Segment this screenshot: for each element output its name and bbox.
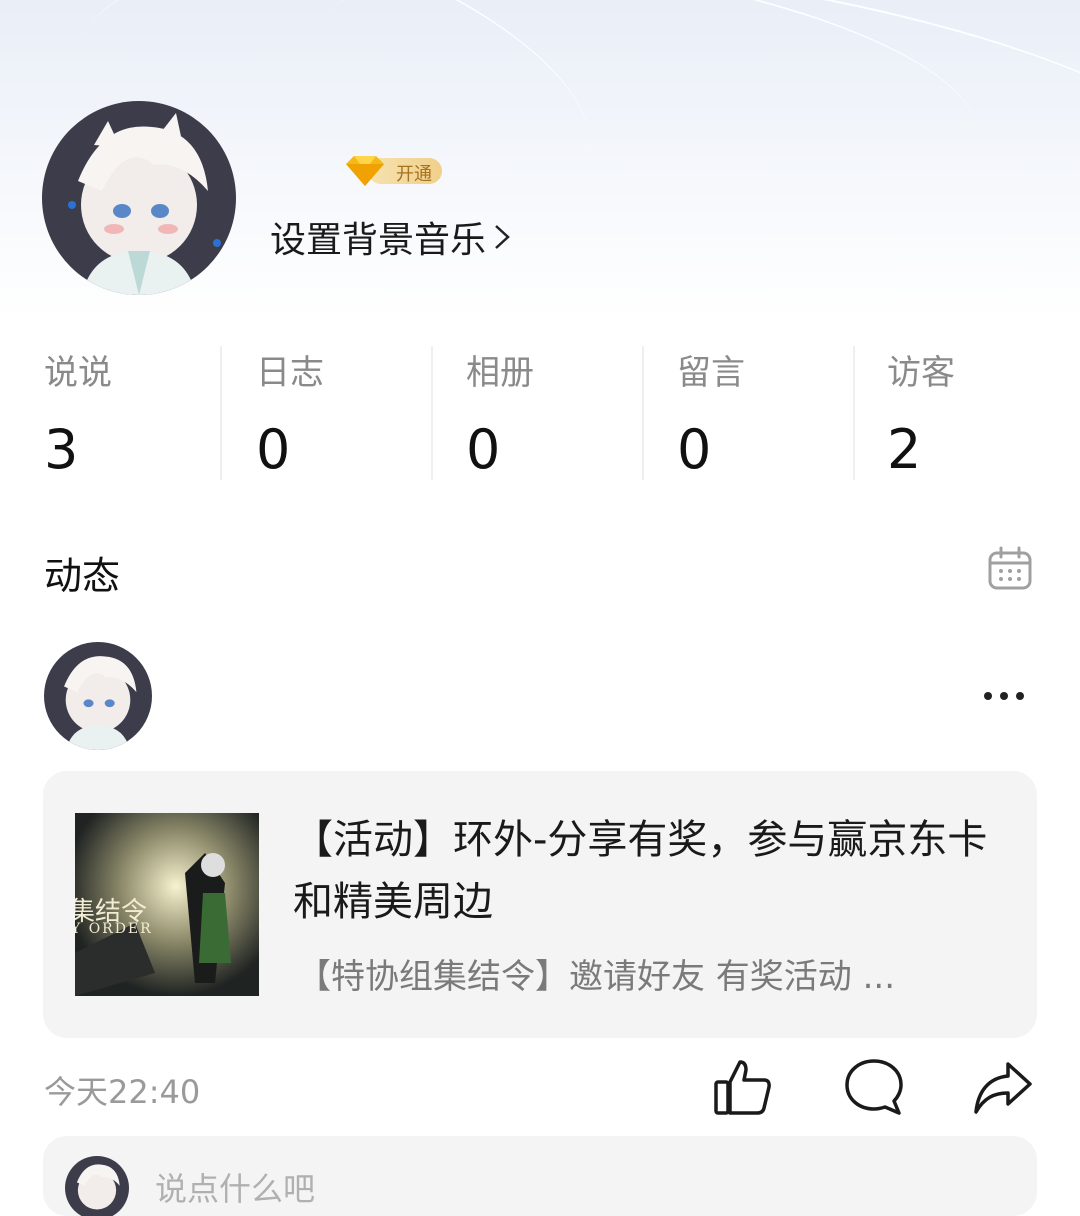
stat-divider (642, 346, 644, 480)
stat-value: 3 (44, 418, 79, 481)
post-more-button[interactable] (976, 678, 1032, 714)
post-timestamp: 今天22:40 (44, 1073, 201, 1111)
thumbs-up-icon (714, 1060, 771, 1115)
stat-divider (431, 346, 433, 480)
stat-value: 0 (466, 418, 501, 481)
stat-label: 留言 (677, 353, 745, 393)
shared-link-title: 【活动】环外-分享有奖，参与赢京东卡和精美周边 (293, 817, 988, 925)
stat-visitors[interactable]: 访客 2 (887, 340, 1080, 481)
stat-label: 日志 (256, 353, 324, 393)
stat-value: 2 (887, 418, 922, 481)
thumbnail-subcaption: Y ORDER (75, 921, 153, 937)
share-button[interactable] (972, 1056, 1034, 1118)
calendar-button[interactable] (986, 544, 1034, 592)
stat-album[interactable]: 相册 0 (466, 340, 676, 481)
chevron-right-icon (495, 225, 510, 249)
stat-blog[interactable]: 日志 0 (256, 340, 466, 481)
set-background-music-label: 设置背景音乐 (270, 220, 487, 261)
comment-input-area[interactable]: 说点什么吧 (43, 1136, 1037, 1216)
shared-link-thumbnail: 集结令 Y ORDER (75, 813, 259, 996)
comment-button[interactable] (843, 1056, 905, 1118)
profile-stats-bar: 说说 3 日志 0 相册 0 留言 0 访客 2 (0, 340, 1080, 485)
more-dots-icon (984, 692, 1024, 700)
stat-messages[interactable]: 留言 0 (677, 340, 887, 481)
diamond-icon (346, 156, 384, 186)
stat-divider (853, 346, 855, 480)
vip-open-label: 开通 (396, 164, 432, 185)
stat-value: 0 (256, 418, 291, 481)
commenter-avatar (65, 1156, 129, 1216)
stat-label: 说说 (44, 353, 112, 393)
comment-bubble-icon (845, 1059, 903, 1115)
shared-link-card[interactable]: 集结令 Y ORDER 【活动】环外-分享有奖，参与赢京东卡和精美周边 【特协组… (43, 771, 1037, 1038)
stat-shuoshuo[interactable]: 说说 3 (44, 340, 254, 481)
calendar-icon (988, 546, 1032, 590)
post-author-avatar[interactable] (44, 642, 152, 750)
vip-open-badge[interactable]: 开通 (342, 154, 444, 188)
stat-value: 0 (677, 418, 712, 481)
set-background-music-link[interactable]: 设置背景音乐 (270, 212, 512, 262)
feed-section-title: 动态 (44, 554, 121, 598)
share-arrow-icon (974, 1062, 1032, 1114)
shared-link-description: 【特协组集结令】邀请好友 有奖活动 ... (297, 957, 896, 997)
stat-divider (220, 346, 222, 480)
profile-avatar[interactable] (42, 101, 236, 295)
stat-label: 相册 (466, 353, 534, 393)
stat-label: 访客 (887, 353, 955, 393)
comment-placeholder: 说点什么吧 (155, 1170, 316, 1208)
like-button[interactable] (712, 1056, 774, 1118)
